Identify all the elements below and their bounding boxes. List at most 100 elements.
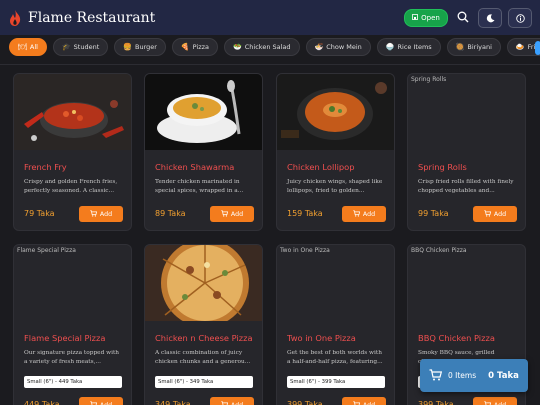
product-image: Spring Rolls xyxy=(408,74,525,150)
product-image xyxy=(277,74,394,150)
add-label: Add xyxy=(99,210,113,218)
brand-title: Flame Restaurant xyxy=(28,9,156,26)
product-card[interactable]: French Fry Crispy and golden French fries… xyxy=(13,73,132,231)
product-description: A classic combination of juicy xyxy=(155,350,243,356)
cart-icon xyxy=(353,209,361,219)
product-card[interactable]: Chicken n Cheese Pizza A classic combinat… xyxy=(144,244,263,405)
add-to-cart-button[interactable]: Add xyxy=(79,397,123,405)
add-label: Add xyxy=(99,401,113,405)
info-button[interactable] xyxy=(508,7,532,28)
product-price: 89 Taka xyxy=(155,209,186,218)
divider xyxy=(0,64,540,65)
product-price: 79 Taka xyxy=(24,209,55,218)
add-to-cart-button[interactable]: Add xyxy=(79,206,123,222)
category-chip-chicken-salad[interactable]: 🥗 Chicken Salad xyxy=(224,38,300,56)
product-name: Chicken n Cheese Pizza xyxy=(155,333,253,343)
image-alt-text: Spring Rolls xyxy=(411,76,447,83)
product-card[interactable]: Two in One Pizza Two in One Pizza Get the … xyxy=(276,244,395,405)
category-chip-all[interactable]: 🍽 All xyxy=(9,38,47,56)
category-label: Biriyani xyxy=(467,43,492,51)
category-label: Chow Mein xyxy=(326,43,362,51)
product-description: chopped vegetables and... xyxy=(418,188,495,194)
add-to-cart-button[interactable]: Add xyxy=(210,206,254,222)
product-price: 399 Taka xyxy=(418,400,454,405)
add-to-cart-button[interactable]: Add xyxy=(473,206,517,222)
cart-icon xyxy=(484,209,492,219)
category-label: Pizza xyxy=(192,43,210,51)
cart-button[interactable]: 0 Items 0 Taka xyxy=(420,359,528,392)
moon-icon xyxy=(486,8,495,27)
product-name: Flame Special Pizza xyxy=(24,333,106,343)
cart-icon xyxy=(90,400,98,405)
category-icon: 🎓 xyxy=(61,43,71,51)
open-status-button[interactable]: Open xyxy=(404,8,448,27)
category-chip-student[interactable]: 🎓 Student xyxy=(52,38,109,56)
product-description: lollipops, fried to golden... xyxy=(287,188,365,194)
category-icon: 🍽 xyxy=(18,43,27,51)
store-icon xyxy=(412,13,419,22)
product-description: Crispy and golden French fries, xyxy=(24,179,118,185)
product-card[interactable]: Chicken Shawarma Tender chicken marinated… xyxy=(144,73,263,231)
category-chip-chow-mein[interactable]: 🍜 Chow Mein xyxy=(305,38,371,56)
add-label: Add xyxy=(362,210,376,218)
category-icon: 🥘 xyxy=(455,43,465,51)
product-card[interactable]: Chicken Lollipop Juicy chicken wings, sha… xyxy=(276,73,395,231)
info-icon xyxy=(515,8,525,27)
add-label: Add xyxy=(493,210,507,218)
size-select[interactable]: Small (6") - 349 Taka xyxy=(155,376,253,388)
cart-icon xyxy=(429,366,443,385)
open-label: Open xyxy=(421,13,440,22)
add-label: Add xyxy=(230,401,244,405)
product-name: Chicken Lollipop xyxy=(287,162,355,172)
category-icon: 🍔 xyxy=(123,43,132,51)
cart-icon xyxy=(221,209,229,219)
product-description: a half-and-half pizza, featuring... xyxy=(287,359,383,365)
product-name: BBQ Chicken Pizza xyxy=(418,333,495,343)
app-header: Flame Restaurant Open xyxy=(0,0,540,35)
add-to-cart-button[interactable]: Add xyxy=(342,206,386,222)
scroll-indicator[interactable] xyxy=(535,41,540,55)
product-price: 349 Taka xyxy=(155,400,191,405)
category-chip-pizza[interactable]: 🍕 Pizza xyxy=(171,38,219,56)
category-chip-burger[interactable]: 🍔 Burger xyxy=(114,38,166,56)
image-alt-text: BBQ Chicken Pizza xyxy=(411,247,467,254)
product-image: BBQ Chicken Pizza xyxy=(408,245,525,321)
product-card[interactable]: Spring Rolls Spring Rolls Crisp fried roll… xyxy=(407,73,526,231)
add-to-cart-button[interactable]: Add xyxy=(342,397,386,405)
product-name: French Fry xyxy=(24,162,67,172)
cart-icon xyxy=(90,209,98,219)
category-label: Rice Items xyxy=(397,43,432,51)
category-icon: 🥗 xyxy=(233,43,242,51)
product-description: Get the best of both worlds with xyxy=(287,350,382,356)
product-name: Two in One Pizza xyxy=(287,333,356,343)
product-description: Tender chicken marinated in xyxy=(155,179,240,185)
size-select[interactable]: Small (6") - 449 Taka xyxy=(24,376,122,388)
category-icon: 🍛 xyxy=(515,43,525,51)
product-description: chicken chunks and a generou... xyxy=(155,359,251,365)
add-label: Add xyxy=(230,210,244,218)
add-label: Add xyxy=(493,401,507,405)
product-price: 159 Taka xyxy=(287,209,323,218)
product-description: Smoky BBQ sauce, grilled xyxy=(418,350,495,356)
product-image: Flame Special Pizza xyxy=(14,245,131,321)
category-chip-rice-items[interactable]: 🍚 Rice Items xyxy=(376,38,441,56)
cart-total: 0 Taka xyxy=(488,370,519,381)
theme-toggle-button[interactable] xyxy=(478,7,502,28)
cart-icon xyxy=(484,400,492,405)
product-description: perfectly seasoned. A classic... xyxy=(24,188,115,194)
category-chip-biriyani[interactable]: 🥘 Biriyani xyxy=(446,38,501,56)
product-description: Our signature pizza topped with xyxy=(24,350,120,356)
product-card[interactable]: Flame Special Pizza Flame Special Pizza Ou… xyxy=(13,244,132,405)
search-icon xyxy=(457,8,469,27)
product-image: Two in One Pizza xyxy=(277,245,394,321)
product-description: special spices, wrapped in a... xyxy=(155,188,244,194)
product-price: 99 Taka xyxy=(418,209,449,218)
search-button[interactable] xyxy=(454,9,472,27)
size-select[interactable]: Small (6") - 399 Taka xyxy=(287,376,385,388)
product-name: Spring Rolls xyxy=(418,162,467,172)
add-to-cart-button[interactable]: Add xyxy=(210,397,254,405)
add-label: Add xyxy=(362,401,376,405)
category-icon: 🍚 xyxy=(385,43,395,51)
add-to-cart-button[interactable]: Add xyxy=(473,397,517,405)
product-price: 449 Taka xyxy=(24,400,60,405)
